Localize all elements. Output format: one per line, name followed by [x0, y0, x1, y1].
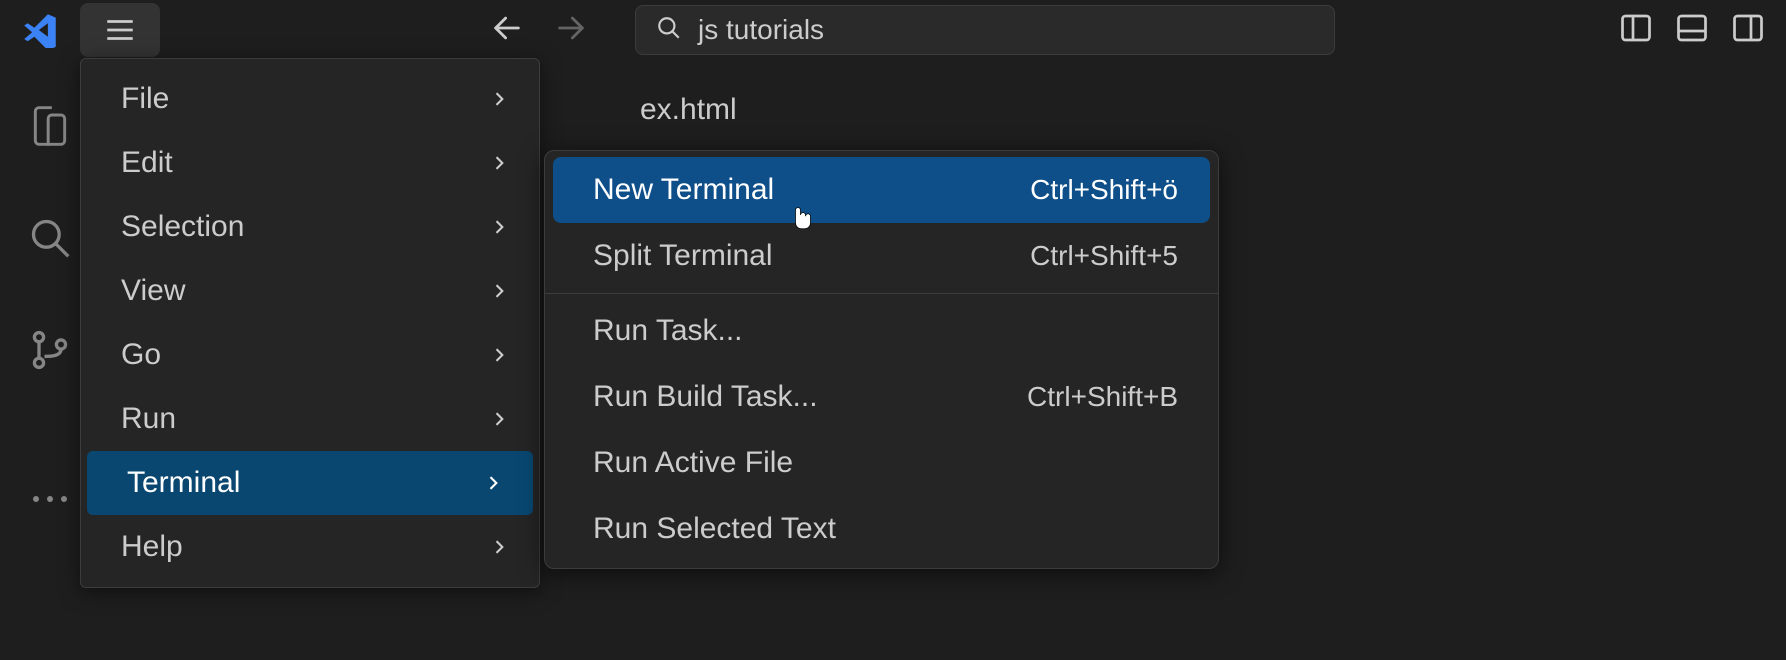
submenu-item-run-task[interactable]: Run Task... [545, 298, 1218, 364]
chevron-right-icon [489, 345, 509, 365]
submenu-item-label: Run Task... [593, 314, 743, 348]
menu-item-go[interactable]: Go [81, 323, 539, 387]
menu-item-label: Help [121, 530, 183, 564]
search-input[interactable]: js tutorials [635, 5, 1335, 55]
menu-item-label: Run [121, 402, 176, 436]
layout-buttons [1618, 10, 1766, 51]
submenu-item-new-terminal[interactable]: New Terminal Ctrl+Shift+ö [553, 157, 1210, 223]
tab-filename: ex.html [640, 93, 737, 127]
submenu-divider [545, 293, 1218, 294]
vscode-logo-icon [0, 0, 80, 60]
toggle-secondary-sidebar-icon[interactable] [1730, 10, 1766, 51]
search-icon [656, 15, 682, 46]
menu-item-selection[interactable]: Selection [81, 195, 539, 259]
more-actions-icon[interactable] [24, 473, 76, 525]
menu-item-view[interactable]: View [81, 259, 539, 323]
nav-back-button[interactable] [490, 11, 524, 50]
source-control-icon[interactable] [24, 324, 76, 376]
submenu-item-split-terminal[interactable]: Split Terminal Ctrl+Shift+5 [545, 223, 1218, 289]
hamburger-menu-button[interactable] [80, 3, 160, 57]
menu-item-label: View [121, 274, 185, 308]
menu-item-label: Terminal [127, 466, 240, 500]
submenu-item-shortcut: Ctrl+Shift+5 [1030, 240, 1178, 272]
menu-item-label: Selection [121, 210, 244, 244]
menu-item-label: Edit [121, 146, 173, 180]
chevron-right-icon [489, 217, 509, 237]
search-activity-icon[interactable] [24, 212, 76, 264]
menu-item-label: File [121, 82, 169, 116]
explorer-icon[interactable] [24, 100, 76, 152]
submenu-item-label: Run Active File [593, 446, 793, 480]
submenu-item-label: Split Terminal [593, 239, 773, 273]
submenu-item-label: Run Build Task... [593, 380, 818, 414]
submenu-item-label: Run Selected Text [593, 512, 836, 546]
search-text: js tutorials [698, 14, 824, 46]
menu-item-edit[interactable]: Edit [81, 131, 539, 195]
chevron-right-icon [489, 281, 509, 301]
menu-item-label: Go [121, 338, 161, 372]
menu-item-file[interactable]: File [81, 67, 539, 131]
submenu-item-shortcut: Ctrl+Shift+B [1027, 381, 1178, 413]
chevron-right-icon [489, 153, 509, 173]
nav-arrows [490, 11, 588, 50]
submenu-item-run-selected-text[interactable]: Run Selected Text [545, 496, 1218, 562]
chevron-right-icon [483, 473, 503, 493]
toggle-panel-icon[interactable] [1674, 10, 1710, 51]
nav-forward-button[interactable] [554, 11, 588, 50]
chevron-right-icon [489, 409, 509, 429]
chevron-right-icon [489, 89, 509, 109]
menu-item-terminal[interactable]: Terminal [87, 451, 533, 515]
submenu-item-label: New Terminal [593, 173, 774, 207]
toggle-primary-sidebar-icon[interactable] [1618, 10, 1654, 51]
chevron-right-icon [489, 537, 509, 557]
terminal-submenu: New Terminal Ctrl+Shift+ö Split Terminal… [544, 150, 1219, 569]
menu-item-run[interactable]: Run [81, 387, 539, 451]
submenu-item-shortcut: Ctrl+Shift+ö [1030, 174, 1178, 206]
menu-item-help[interactable]: Help [81, 515, 539, 579]
main-menu-dropdown: File Edit Selection View Go Run Terminal… [80, 58, 540, 588]
submenu-item-run-build-task[interactable]: Run Build Task... Ctrl+Shift+B [545, 364, 1218, 430]
title-bar: js tutorials [0, 0, 1786, 60]
submenu-item-run-active-file[interactable]: Run Active File [545, 430, 1218, 496]
